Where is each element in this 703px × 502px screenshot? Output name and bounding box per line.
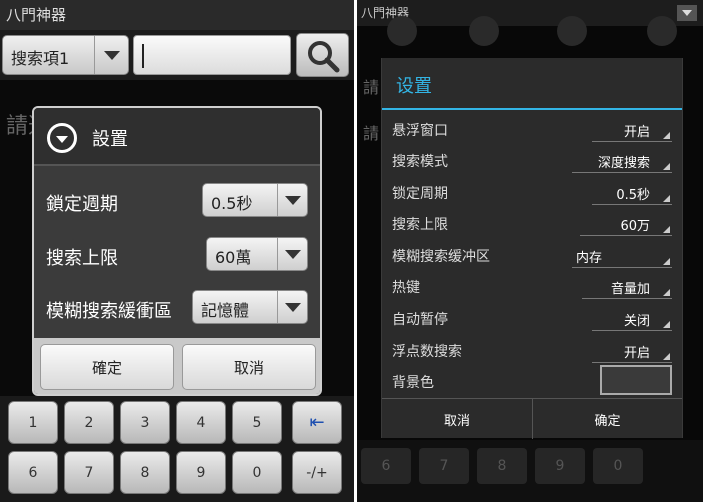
- cancel-button[interactable]: 取消: [382, 399, 532, 439]
- dialog-title: 設置: [92, 129, 128, 150]
- dialog-button-bar: 取消 确定: [382, 398, 682, 439]
- search-limit-value: 60万: [620, 219, 650, 234]
- key-6[interactable]: 6: [361, 448, 411, 484]
- fuzzy-buffer-spinner[interactable]: 内存: [572, 246, 672, 268]
- backspace-key[interactable]: ⇤: [292, 401, 342, 444]
- chevron-down-icon: [277, 184, 307, 216]
- search-type-value: 搜索項1: [11, 49, 70, 68]
- search-mode-label: 搜索模式: [392, 154, 448, 170]
- left-screen: 八門神器 搜索項1 請選擇應用程式 1 2 3 4 5 ⇤ 6 7 8 9 0 …: [0, 0, 354, 502]
- hotkey-value: 音量加: [610, 282, 650, 297]
- fuzzy-buffer-value: 記憶體: [201, 301, 250, 320]
- right-screen: 八門神器 請 請 6 7 8 9 0 设置 悬浮窗口 开启 搜索模式 深度搜索 …: [357, 0, 703, 502]
- key-9[interactable]: 9: [176, 451, 226, 494]
- chevron-down-icon: [277, 238, 307, 270]
- floating-window-value: 开启: [623, 125, 650, 140]
- key-8[interactable]: 8: [477, 448, 527, 484]
- key-4[interactable]: 4: [176, 401, 226, 444]
- lock-period-label: 锁定周期: [392, 186, 448, 202]
- background-prompt: 請: [363, 124, 380, 143]
- title-divider: [382, 108, 682, 110]
- settings-dialog: 設置 鎖定週期 0.5秒 搜索上限 60萬 模糊搜索緩衝區 記憶體 確定 取消: [32, 106, 322, 396]
- fuzzy-buffer-label: 模糊搜索缓冲区: [392, 249, 490, 265]
- lock-period-dropdown[interactable]: 0.5秒: [202, 183, 308, 217]
- fuzzy-buffer-dropdown[interactable]: 記憶體: [192, 290, 308, 324]
- key-6[interactable]: 6: [8, 451, 58, 494]
- key-7[interactable]: 7: [64, 451, 114, 494]
- app-icon[interactable]: [469, 16, 499, 46]
- app-icon[interactable]: [647, 16, 677, 46]
- app-title: 八門神器: [0, 0, 354, 30]
- float-search-value: 开启: [623, 346, 650, 361]
- dialog-button-bar: 確定 取消: [34, 338, 320, 394]
- app-icon[interactable]: [387, 16, 417, 46]
- ok-button[interactable]: 確定: [40, 344, 174, 390]
- key-0[interactable]: 0: [232, 451, 282, 494]
- floating-window-label: 悬浮窗口: [392, 123, 448, 139]
- auto-pause-value: 关闭: [623, 314, 650, 329]
- cancel-button[interactable]: 取消: [182, 344, 316, 390]
- search-mode-spinner[interactable]: 深度搜索: [572, 151, 672, 173]
- settings-dialog: 设置 悬浮窗口 开启 搜索模式 深度搜索 锁定周期 0.5秒 搜索上限 60万 …: [381, 58, 683, 439]
- hotkey-spinner[interactable]: 音量加: [582, 277, 672, 299]
- chevron-down-icon: [94, 36, 128, 74]
- search-limit-dropdown[interactable]: 60萬: [206, 237, 308, 271]
- search-button[interactable]: [296, 33, 349, 77]
- float-search-spinner[interactable]: 开启: [592, 341, 672, 363]
- text-caret: [142, 44, 144, 68]
- fuzzy-buffer-value: 内存: [576, 251, 603, 266]
- search-limit-label: 搜索上限: [46, 248, 118, 269]
- bg-color-swatch[interactable]: [600, 365, 672, 395]
- lock-period-label: 鎖定週期: [46, 194, 118, 215]
- lock-period-spinner[interactable]: 0.5秒: [592, 183, 672, 205]
- key-9[interactable]: 9: [535, 448, 585, 484]
- search-limit-value: 60萬: [215, 248, 252, 267]
- auto-pause-label: 自动暂停: [392, 312, 448, 328]
- key-5[interactable]: 5: [232, 401, 282, 444]
- floating-window-spinner[interactable]: 开启: [592, 120, 672, 142]
- key-3[interactable]: 3: [120, 401, 170, 444]
- lock-period-value: 0.5秒: [211, 194, 253, 213]
- collapse-icon: [47, 123, 77, 153]
- hotkey-label: 热键: [392, 280, 420, 296]
- ok-button[interactable]: 确定: [532, 399, 682, 439]
- key-8[interactable]: 8: [120, 451, 170, 494]
- key-7[interactable]: 7: [419, 448, 469, 484]
- keypad: 6 7 8 9 0: [357, 440, 703, 502]
- dropdown-corner-icon[interactable]: [677, 5, 697, 21]
- search-mode-value: 深度搜索: [597, 156, 650, 171]
- key-sign[interactable]: -/+: [292, 451, 342, 494]
- float-search-label: 浮点数搜索: [392, 344, 462, 360]
- fuzzy-buffer-label: 模糊搜索緩衝區: [46, 301, 172, 322]
- lock-period-value: 0.5秒: [616, 188, 650, 203]
- bg-color-label: 背景色: [392, 375, 434, 391]
- dialog-title: 设置: [396, 76, 432, 97]
- key-2[interactable]: 2: [64, 401, 114, 444]
- search-type-dropdown[interactable]: 搜索項1: [2, 35, 129, 75]
- dialog-header: 設置: [34, 108, 320, 166]
- search-icon: [308, 41, 340, 73]
- background-prompt: 請: [363, 78, 380, 97]
- keypad: 1 2 3 4 5 ⇤ 6 7 8 9 0 -/+: [0, 396, 354, 502]
- key-1[interactable]: 1: [8, 401, 58, 444]
- search-input[interactable]: [133, 35, 291, 75]
- chevron-down-icon: [277, 291, 307, 323]
- key-0[interactable]: 0: [593, 448, 643, 484]
- search-bar: 搜索項1: [0, 30, 354, 80]
- auto-pause-spinner[interactable]: 关闭: [592, 309, 672, 331]
- search-limit-label: 搜索上限: [392, 217, 448, 233]
- search-limit-spinner[interactable]: 60万: [580, 214, 672, 236]
- app-icon[interactable]: [557, 16, 587, 46]
